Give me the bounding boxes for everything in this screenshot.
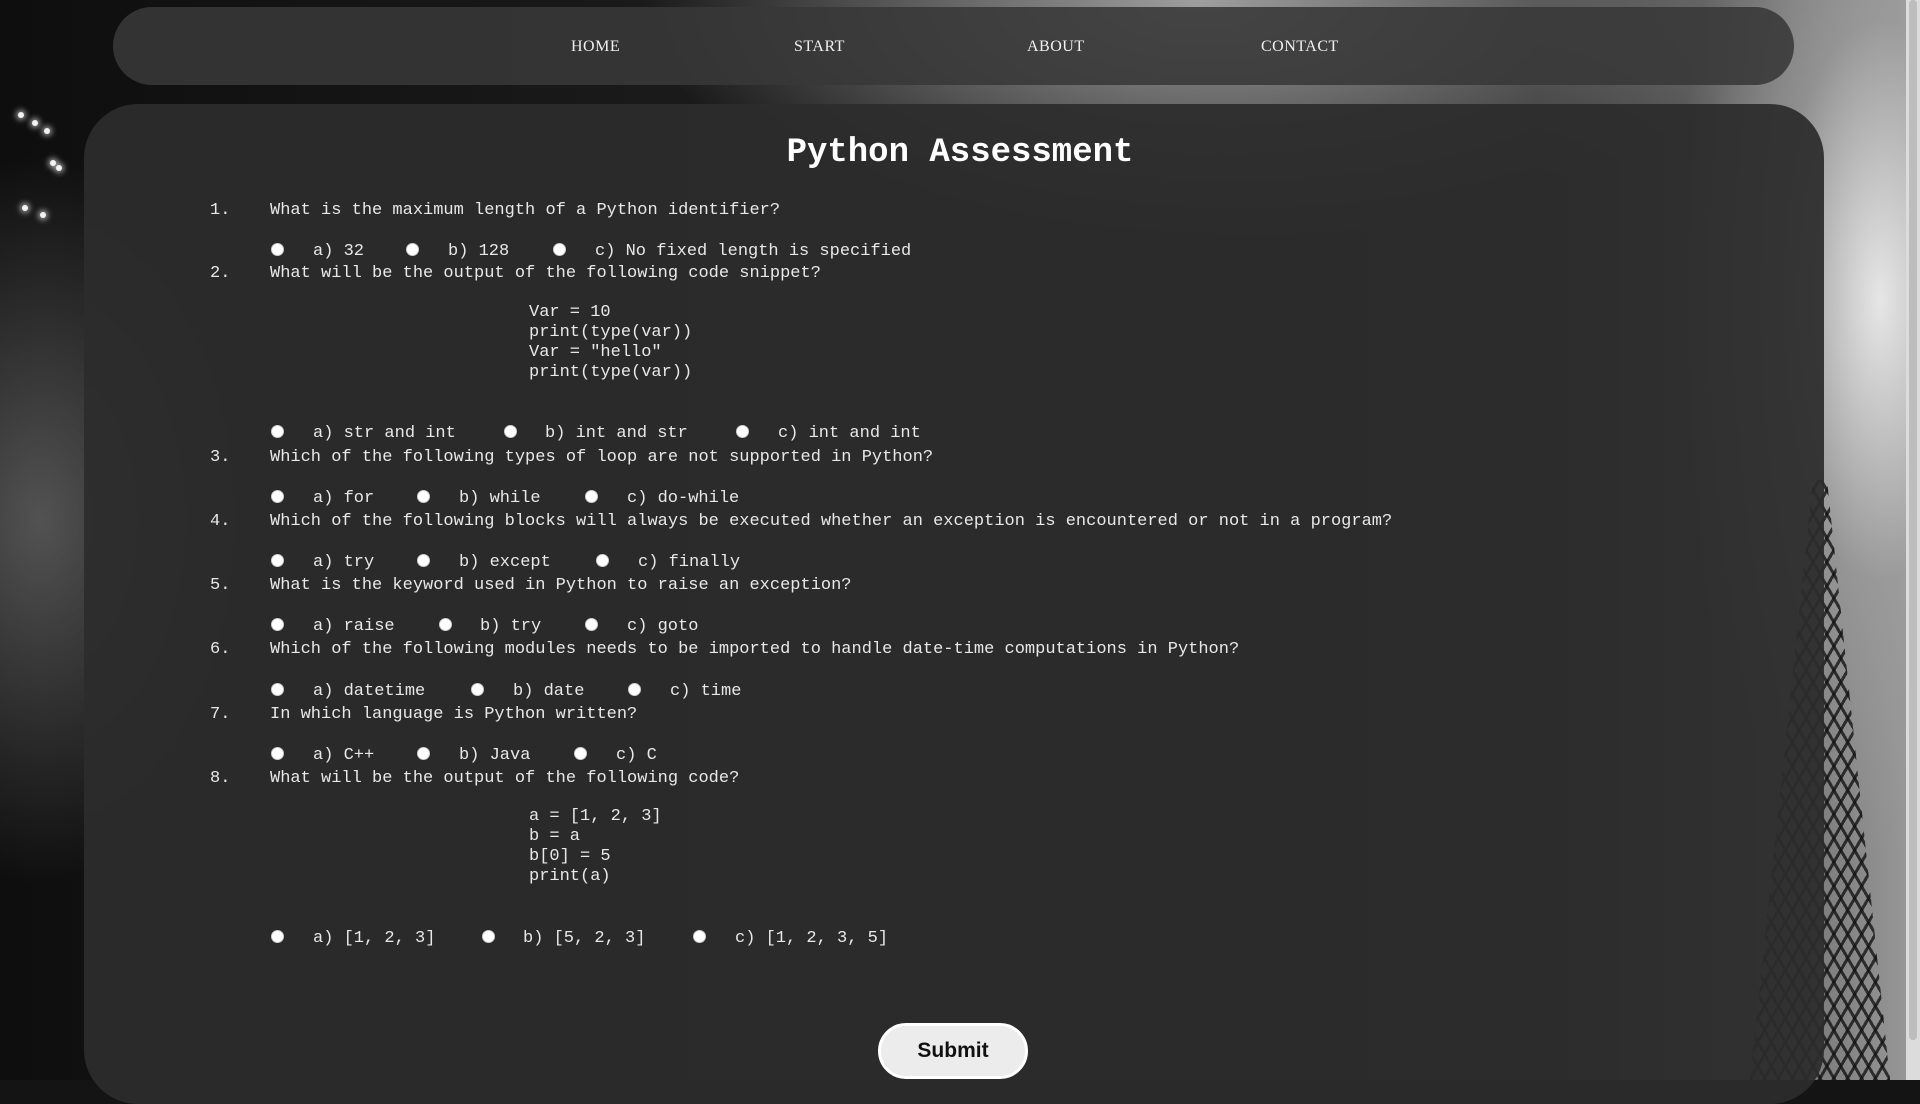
option-label: c) do-while bbox=[627, 489, 740, 508]
option-label: b) while bbox=[459, 489, 541, 508]
radio-option[interactable] bbox=[271, 425, 284, 438]
code-line: a = [1, 2, 3] bbox=[529, 807, 662, 826]
option-label: c) C bbox=[616, 746, 657, 765]
radio-option[interactable] bbox=[271, 243, 284, 256]
option-label: a) 32 bbox=[313, 242, 365, 261]
radio-option[interactable] bbox=[406, 243, 419, 256]
code-line: print(type(var)) bbox=[529, 323, 693, 342]
option-label: b) int and str bbox=[545, 424, 688, 443]
option-label: c) [1, 2, 3, 5] bbox=[735, 929, 889, 948]
question-number: 2. bbox=[210, 264, 231, 283]
code-line: b = a bbox=[529, 827, 581, 846]
radio-option[interactable] bbox=[271, 930, 284, 943]
radio-option[interactable] bbox=[628, 683, 641, 696]
option-label: c) time bbox=[670, 682, 742, 701]
option-label: a) for bbox=[313, 489, 375, 508]
question-number: 6. bbox=[210, 640, 231, 659]
radio-option[interactable] bbox=[439, 618, 452, 631]
radio-option[interactable] bbox=[693, 930, 706, 943]
radio-option[interactable] bbox=[271, 554, 284, 567]
code-line: Var = 10 bbox=[529, 303, 611, 322]
radio-option[interactable] bbox=[271, 747, 284, 760]
option-label: b) try bbox=[480, 617, 542, 636]
option-label: a) raise bbox=[313, 617, 395, 636]
code-line: Var = "hello" bbox=[529, 343, 662, 362]
option-label: b) except bbox=[459, 553, 551, 572]
radio-option[interactable] bbox=[471, 683, 484, 696]
option-label: c) No fixed length is specified bbox=[595, 242, 912, 261]
question-text: Which of the following blocks will alway… bbox=[270, 512, 1393, 531]
radio-option[interactable] bbox=[585, 618, 598, 631]
question-number: 3. bbox=[210, 448, 231, 467]
radio-option[interactable] bbox=[736, 425, 749, 438]
option-label: a) str and int bbox=[313, 424, 456, 443]
radio-option[interactable] bbox=[504, 425, 517, 438]
radio-option[interactable] bbox=[482, 930, 495, 943]
code-line: print(a) bbox=[529, 867, 611, 886]
option-label: c) int and int bbox=[778, 424, 921, 443]
option-label: a) try bbox=[313, 553, 375, 572]
code-line: print(type(var)) bbox=[529, 363, 693, 382]
radio-option[interactable] bbox=[596, 554, 609, 567]
submit-button[interactable]: Submit bbox=[878, 1023, 1028, 1079]
option-label: a) datetime bbox=[313, 682, 426, 701]
option-label: b) [5, 2, 3] bbox=[523, 929, 646, 948]
question-number: 5. bbox=[210, 576, 231, 595]
question-number: 1. bbox=[210, 201, 231, 220]
question-text: What is the keyword used in Python to ra… bbox=[270, 576, 852, 595]
option-label: a) C++ bbox=[313, 746, 375, 765]
question-text: In which language is Python written? bbox=[270, 705, 638, 724]
radio-option[interactable] bbox=[417, 554, 430, 567]
question-number: 7. bbox=[210, 705, 231, 724]
question-number: 8. bbox=[210, 769, 231, 788]
question-text: What will be the output of the following… bbox=[270, 264, 821, 283]
radio-option[interactable] bbox=[271, 490, 284, 503]
question-text: What is the maximum length of a Python i… bbox=[270, 201, 781, 220]
question-text: Which of the following modules needs to … bbox=[270, 640, 1240, 659]
question-number: 4. bbox=[210, 512, 231, 531]
radio-option[interactable] bbox=[271, 618, 284, 631]
question-text: Which of the following types of loop are… bbox=[270, 448, 934, 467]
question-text: What will be the output of the following… bbox=[270, 769, 740, 788]
quiz-form: 1. What is the maximum length of a Pytho… bbox=[0, 0, 1920, 1080]
option-label: b) date bbox=[513, 682, 585, 701]
radio-option[interactable] bbox=[417, 747, 430, 760]
option-label: c) goto bbox=[627, 617, 699, 636]
radio-option[interactable] bbox=[585, 490, 598, 503]
option-label: b) Java bbox=[459, 746, 531, 765]
radio-option[interactable] bbox=[271, 683, 284, 696]
option-label: c) finally bbox=[638, 553, 741, 572]
option-label: a) [1, 2, 3] bbox=[313, 929, 436, 948]
radio-option[interactable] bbox=[553, 243, 566, 256]
radio-option[interactable] bbox=[574, 747, 587, 760]
code-line: b[0] = 5 bbox=[529, 847, 611, 866]
option-label: b) 128 bbox=[448, 242, 510, 261]
radio-option[interactable] bbox=[417, 490, 430, 503]
